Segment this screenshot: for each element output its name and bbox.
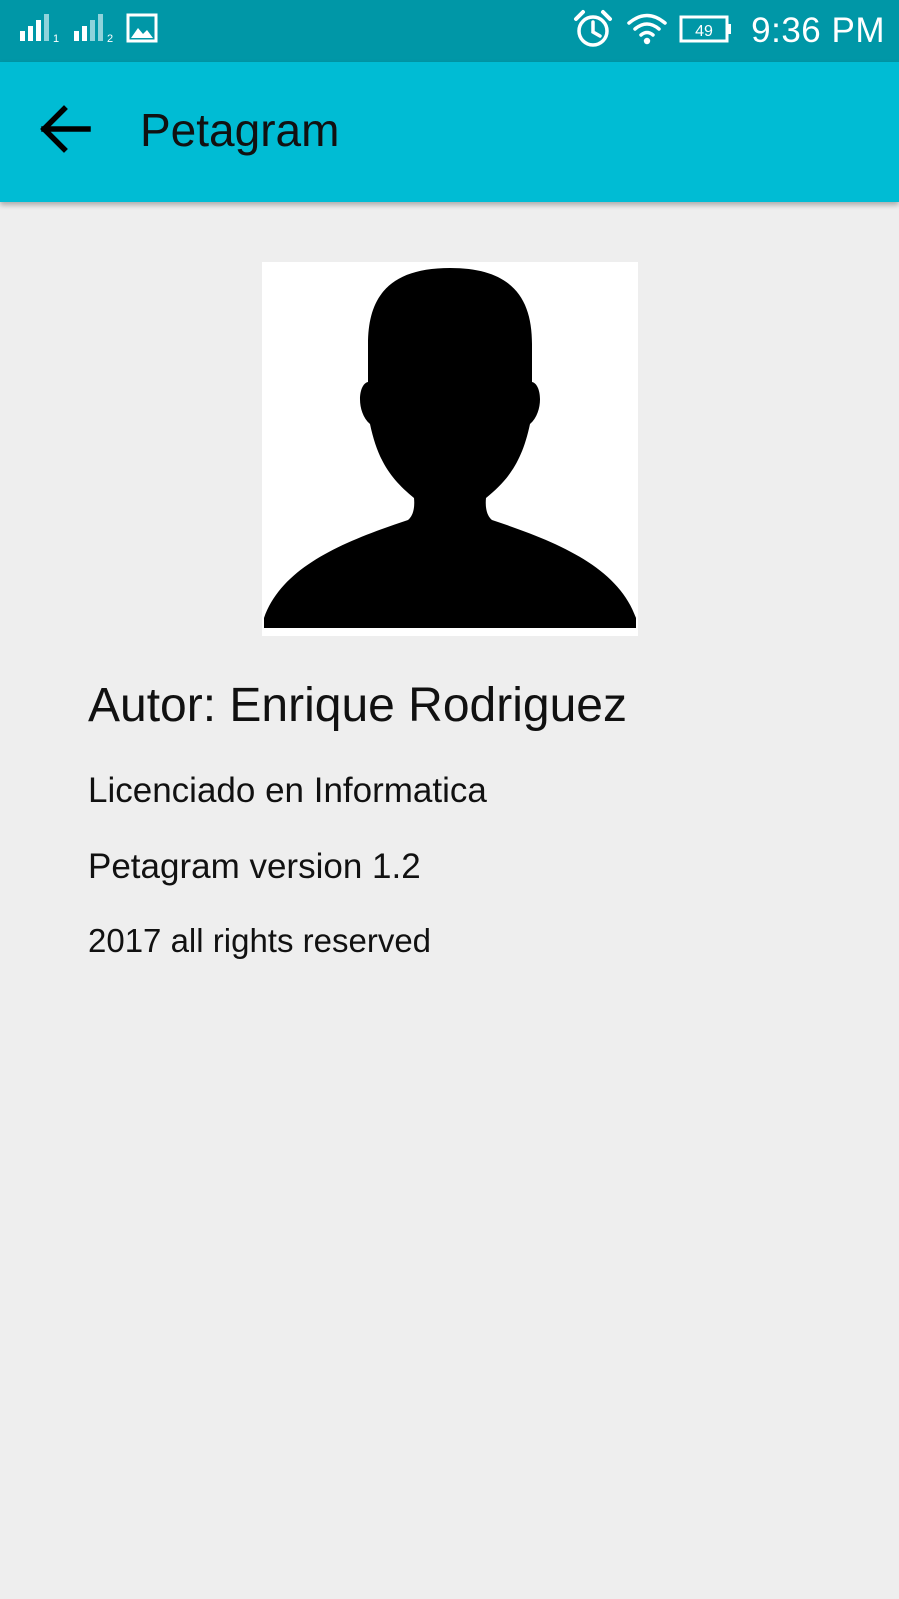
battery-icon: 49 — [679, 14, 733, 49]
author-degree: Licenciado en Informatica — [88, 771, 487, 810]
signal-sim2-icon: 2 — [74, 13, 118, 48]
wifi-icon — [627, 12, 667, 51]
alarm-icon — [573, 9, 613, 54]
person-silhouette-icon — [262, 268, 638, 636]
status-left-group: 1 2 — [20, 13, 158, 48]
sim1-number: 1 — [53, 33, 59, 43]
app-title: Petagram — [140, 104, 340, 156]
status-right-group: 49 9:36 PM — [573, 8, 885, 54]
battery-level: 49 — [695, 23, 713, 40]
gallery-notification-icon — [126, 13, 158, 48]
signal-sim1-icon: 1 — [20, 13, 64, 48]
status-bar: 1 2 49 9:36 PM — [0, 0, 899, 62]
back-button[interactable] — [22, 90, 108, 172]
app-version: Petagram version 1.2 — [88, 847, 421, 886]
sim2-number: 2 — [107, 33, 113, 43]
author-name: Autor: Enrique Rodriguez — [88, 679, 627, 732]
app-bar: Petagram — [0, 62, 899, 202]
arrow-back-icon — [38, 104, 92, 159]
copyright-notice: 2017 all rights reserved — [88, 922, 432, 959]
avatar — [262, 262, 638, 636]
status-time: 9:36 PM — [751, 11, 885, 50]
